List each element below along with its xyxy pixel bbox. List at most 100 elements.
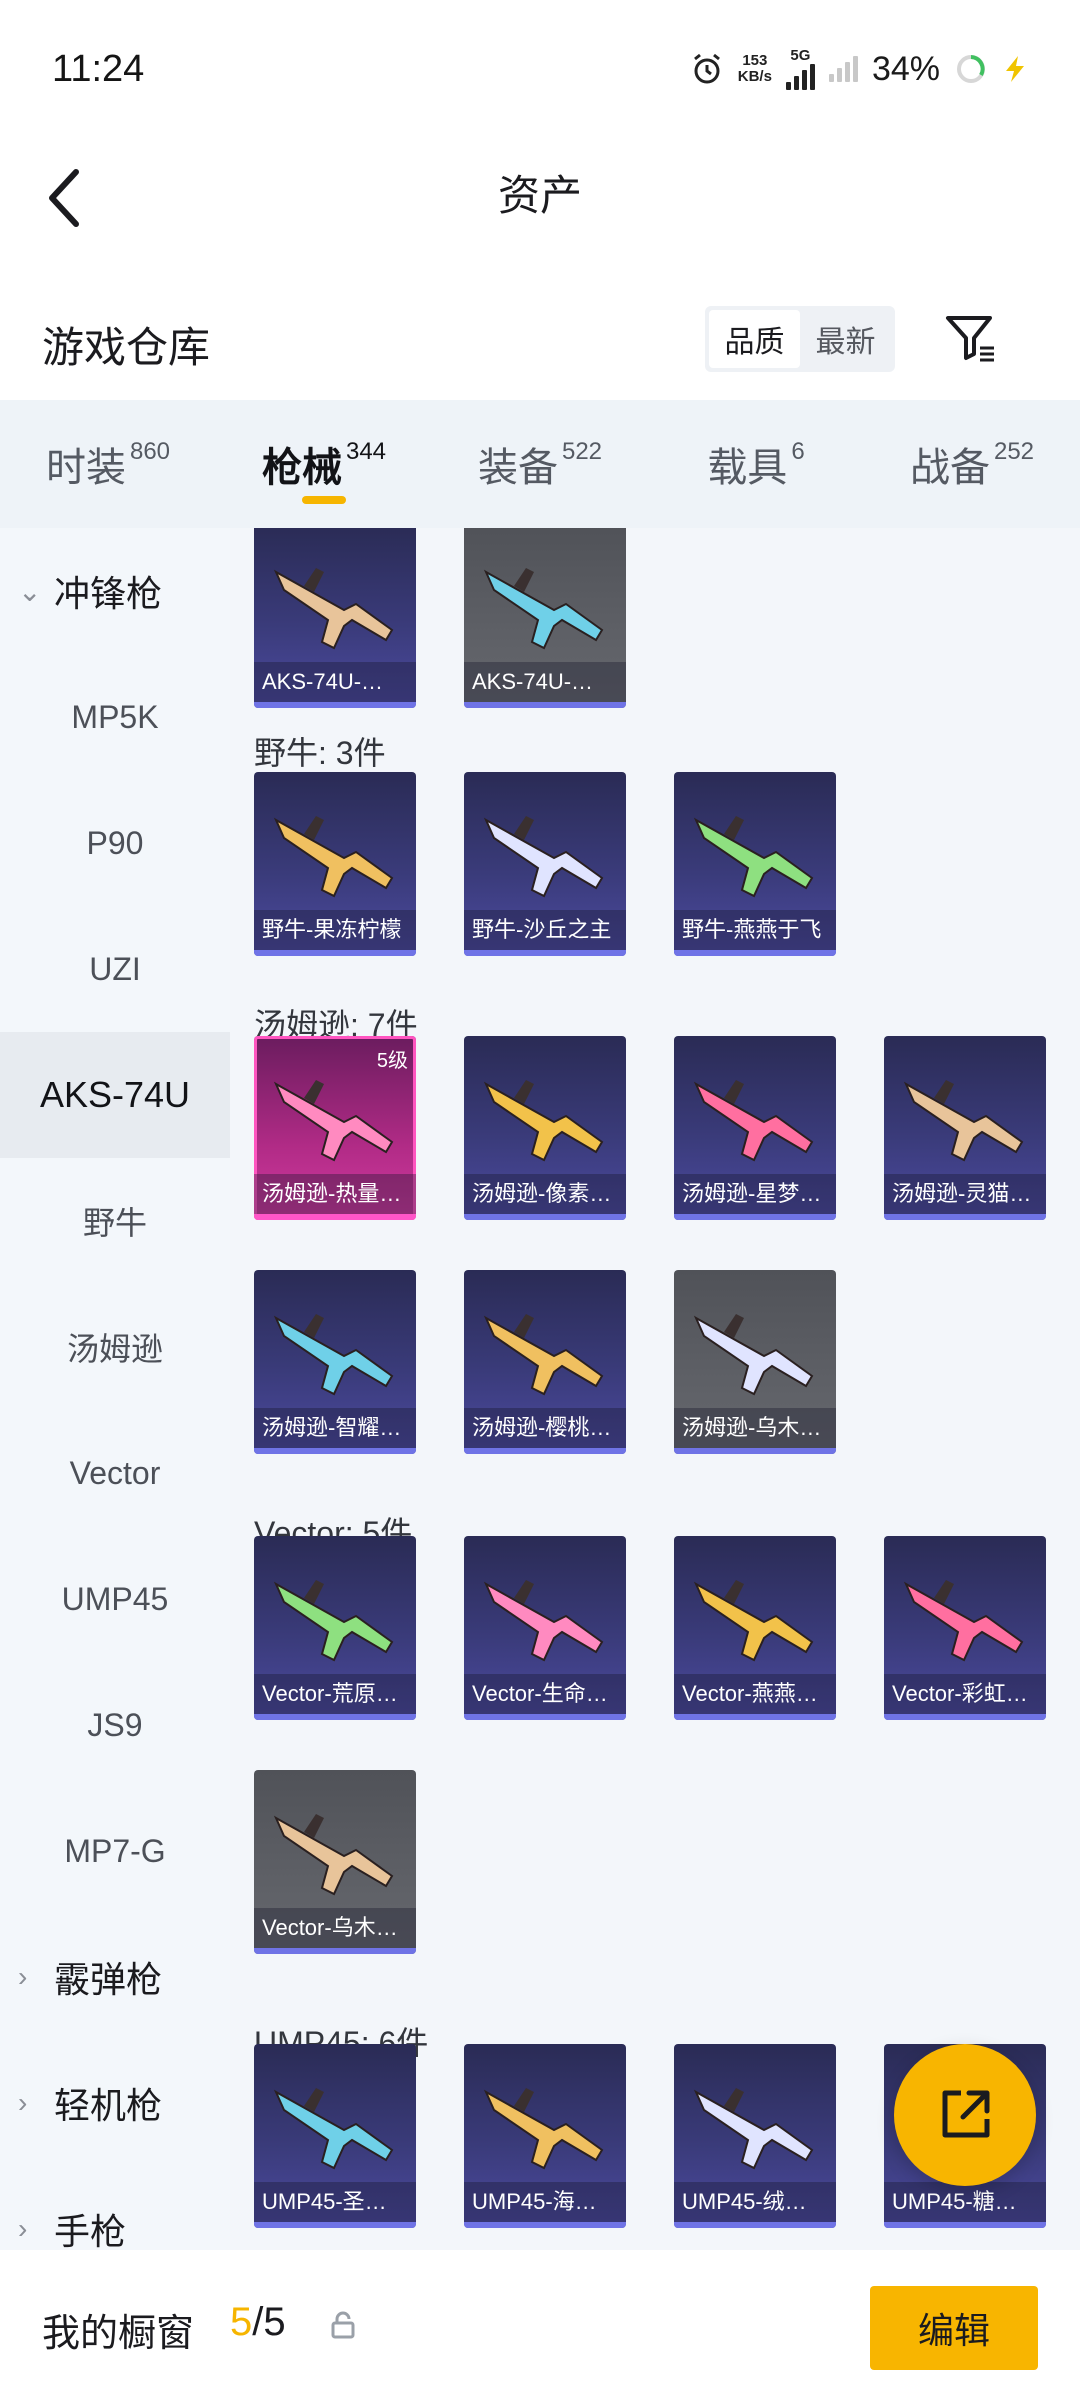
rarity-bar <box>464 1714 626 1720</box>
weapon-card-label: 汤姆逊-乌木… <box>674 1408 836 1448</box>
weapon-skin-image <box>693 816 814 898</box>
filter-icon <box>946 316 994 362</box>
tab-equipment[interactable]: 装备 522 <box>432 400 648 528</box>
weapon-card[interactable]: 汤姆逊-樱桃… <box>464 1270 626 1454</box>
sidebar-group-lmg[interactable]: › 轻机枪 <box>0 2040 230 2166</box>
weapon-card-label: 汤姆逊-像素… <box>464 1174 626 1214</box>
status-time: 11:24 <box>52 48 145 90</box>
showcase-count: 5/5 <box>230 2300 286 2344</box>
sidebar-item-mp5k[interactable]: MP5K <box>0 654 230 780</box>
weapon-card[interactable]: Vector-乌木… <box>254 1770 416 1954</box>
tab-fashion[interactable]: 时装 860 <box>0 400 216 528</box>
net-speed: 153 KB/s <box>737 52 772 85</box>
page-title: 资产 <box>497 172 582 219</box>
weapon-card[interactable]: AKS-74U-… <box>464 528 626 708</box>
level-badge: 5级 <box>376 1050 408 1072</box>
rarity-bar <box>674 1448 836 1454</box>
weapon-skin-image <box>483 1314 604 1396</box>
sidebar-item-p90[interactable]: P90 <box>0 780 230 906</box>
tab-vehicles[interactable]: 载具 6 <box>648 400 864 528</box>
lock-icon <box>331 2311 355 2339</box>
weapon-skin-image <box>903 1580 1024 1662</box>
rarity-bar <box>674 1714 836 1720</box>
weapon-card[interactable]: 汤姆逊-灵猫… <box>884 1036 1046 1220</box>
weapon-card-label: Vector-燕燕… <box>674 1674 836 1714</box>
rarity-bar <box>254 702 416 708</box>
weapon-card[interactable]: Vector-燕燕… <box>674 1536 836 1720</box>
weapon-card[interactable]: UMP45-海… <box>464 2044 626 2228</box>
weapon-card-label: AKS-74U-… <box>254 662 416 702</box>
section-title: 游戏仓库 <box>42 324 211 371</box>
weapon-card[interactable]: UMP45-圣… <box>254 2044 416 2228</box>
weapon-sidebar: ⌄ 冲锋枪 MP5K P90 UZI AKS-74U 野牛 汤姆逊 Vector… <box>0 528 230 2250</box>
chevron-right-icon: › <box>18 2087 28 2118</box>
weapon-skin-image <box>273 1314 394 1396</box>
weapon-skin-image <box>273 1580 394 1662</box>
sort-toggle: 品质 最新 <box>705 306 895 372</box>
weapon-card[interactable]: 汤姆逊-乌木… <box>674 1270 836 1454</box>
battery-text: 34% <box>871 49 940 88</box>
rarity-bar <box>254 1214 416 1220</box>
sidebar-item-ump45[interactable]: UMP45 <box>0 1536 230 1662</box>
weapon-card[interactable]: Vector-生命… <box>464 1536 626 1720</box>
tab-supplies[interactable]: 战备 252 <box>864 400 1080 528</box>
sidebar-group-pistol[interactable]: › 手枪 <box>0 2166 230 2250</box>
weapon-card[interactable]: Vector-荒原… <box>254 1536 416 1720</box>
filter-button[interactable] <box>940 308 1000 368</box>
share-external-icon <box>942 2090 990 2138</box>
rarity-bar <box>884 1214 1046 1220</box>
battery-icon <box>957 55 985 83</box>
weapon-card[interactable]: 野牛-果冻柠檬 <box>254 772 416 956</box>
weapon-skin-image <box>693 1314 814 1396</box>
sidebar-item-bison[interactable]: 野牛 <box>0 1158 230 1284</box>
weapon-card-label: UMP45-圣… <box>254 2182 416 2222</box>
rarity-bar <box>464 702 626 708</box>
weapon-card-label: UMP45-海… <box>464 2182 626 2222</box>
weapon-card[interactable]: 汤姆逊-星梦… <box>674 1036 836 1220</box>
rarity-bar <box>464 2222 626 2228</box>
weapon-card[interactable]: 汤姆逊-智耀… <box>254 1270 416 1454</box>
weapon-card-label: 汤姆逊-星梦… <box>674 1174 836 1214</box>
weapon-card[interactable]: AKS-74U-… <box>254 528 416 708</box>
weapon-skin-image <box>483 1580 604 1662</box>
sort-newest-option[interactable]: 最新 <box>800 310 891 368</box>
weapon-card[interactable]: Vector-彩虹… <box>884 1536 1046 1720</box>
sidebar-item-mp7g[interactable]: MP7-G <box>0 1788 230 1914</box>
weapon-skin-image <box>273 568 394 650</box>
share-button[interactable] <box>894 2044 1036 2186</box>
warehouse-header: 游戏仓库 品质 最新 <box>0 290 1080 390</box>
weapon-card-label: 野牛-燕燕于飞 <box>674 910 836 950</box>
tab-firearms[interactable]: 枪械 344 <box>216 400 432 528</box>
alarm-icon <box>693 53 720 84</box>
showcase-bar: 我的橱窗 5/5 编辑 <box>0 2250 1080 2400</box>
sort-quality-option[interactable]: 品质 <box>709 310 800 368</box>
weapon-card[interactable]: 野牛-燕燕于飞 <box>674 772 836 956</box>
weapon-card[interactable]: UMP45-绒… <box>674 2044 836 2228</box>
chevron-right-icon: › <box>18 2213 28 2244</box>
sidebar-item-vector[interactable]: Vector <box>0 1410 230 1536</box>
weapon-card-label: Vector-生命… <box>464 1674 626 1714</box>
sidebar-item-aks74u[interactable]: AKS-74U <box>0 1032 230 1158</box>
weapon-skin-image <box>693 2088 814 2170</box>
rarity-bar <box>254 1948 416 1954</box>
app-header: 资产 <box>0 140 1080 260</box>
edit-button[interactable]: 编辑 <box>870 2286 1038 2370</box>
weapon-card[interactable]: 汤姆逊-像素… <box>464 1036 626 1220</box>
sidebar-item-uzi[interactable]: UZI <box>0 906 230 1032</box>
rarity-bar <box>674 2222 836 2228</box>
chevron-down-icon: ⌄ <box>18 575 42 607</box>
weapon-skin-image <box>483 1080 604 1162</box>
weapon-skin-image <box>273 1814 394 1896</box>
sidebar-item-js9[interactable]: JS9 <box>0 1662 230 1788</box>
weapon-card[interactable]: 野牛-沙丘之主 <box>464 772 626 956</box>
status-right: 153 KB/s 5G 34% <box>690 48 1028 90</box>
weapon-skin-image <box>483 2088 604 2170</box>
weapon-card-label: UMP45-绒… <box>674 2182 836 2222</box>
sidebar-group-shotgun[interactable]: › 霰弹枪 <box>0 1914 230 2040</box>
weapon-card-label: Vector-乌木… <box>254 1908 416 1948</box>
weapon-card-label: 野牛-果冻柠檬 <box>254 910 416 950</box>
weapon-card[interactable]: 5级 汤姆逊-热量… <box>254 1036 416 1220</box>
rarity-bar <box>674 1214 836 1220</box>
sidebar-item-thompson[interactable]: 汤姆逊 <box>0 1284 230 1410</box>
sidebar-group-smg[interactable]: ⌄ 冲锋枪 <box>0 528 230 654</box>
